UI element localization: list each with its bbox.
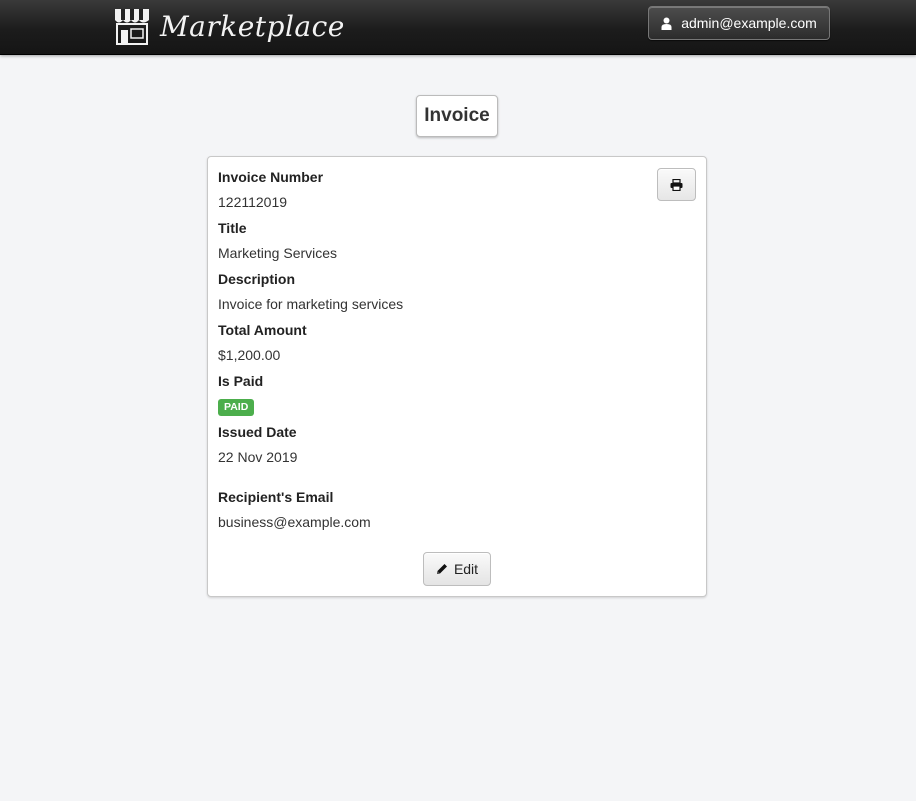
description-value: Invoice for marketing services: [218, 296, 404, 312]
brand-link[interactable]: Marketplace: [112, 6, 345, 46]
page-title: Invoice: [416, 95, 498, 137]
paid-status-badge: PAID: [218, 399, 255, 416]
user-email: admin@example.com: [681, 15, 817, 31]
total-amount-value: $1,200.00: [218, 347, 281, 363]
description-label: Description: [218, 271, 296, 287]
recipient-email-label: Recipient's Email: [218, 489, 334, 505]
brand-name: Marketplace: [160, 9, 345, 43]
print-icon: [670, 178, 683, 191]
pencil-icon: [436, 564, 447, 574]
edit-button-label: Edit: [453, 561, 479, 577]
is-paid-label: Is Paid: [218, 373, 264, 389]
top-navbar: Marketplace admin@example.com: [0, 0, 916, 55]
recipient-email-value: business@example.com: [218, 514, 371, 530]
storefront-icon: [115, 9, 149, 45]
issued-date-label: Issued Date: [218, 424, 297, 440]
invoice-number-label: Invoice Number: [218, 169, 324, 185]
invoice-number-value: 122112019: [218, 194, 288, 210]
print-button[interactable]: [657, 168, 696, 201]
title-value: Marketing Services: [218, 245, 338, 261]
user-icon: [661, 17, 672, 30]
total-amount-label: Total Amount: [218, 322, 307, 338]
title-label: Title: [218, 220, 247, 236]
issued-date-value: 22 Nov 2019: [218, 449, 298, 465]
edit-button[interactable]: Edit: [423, 552, 491, 586]
user-menu-button[interactable]: admin@example.com: [648, 6, 830, 40]
invoice-card: Invoice Number 122112019 Title Marketing…: [207, 156, 707, 597]
